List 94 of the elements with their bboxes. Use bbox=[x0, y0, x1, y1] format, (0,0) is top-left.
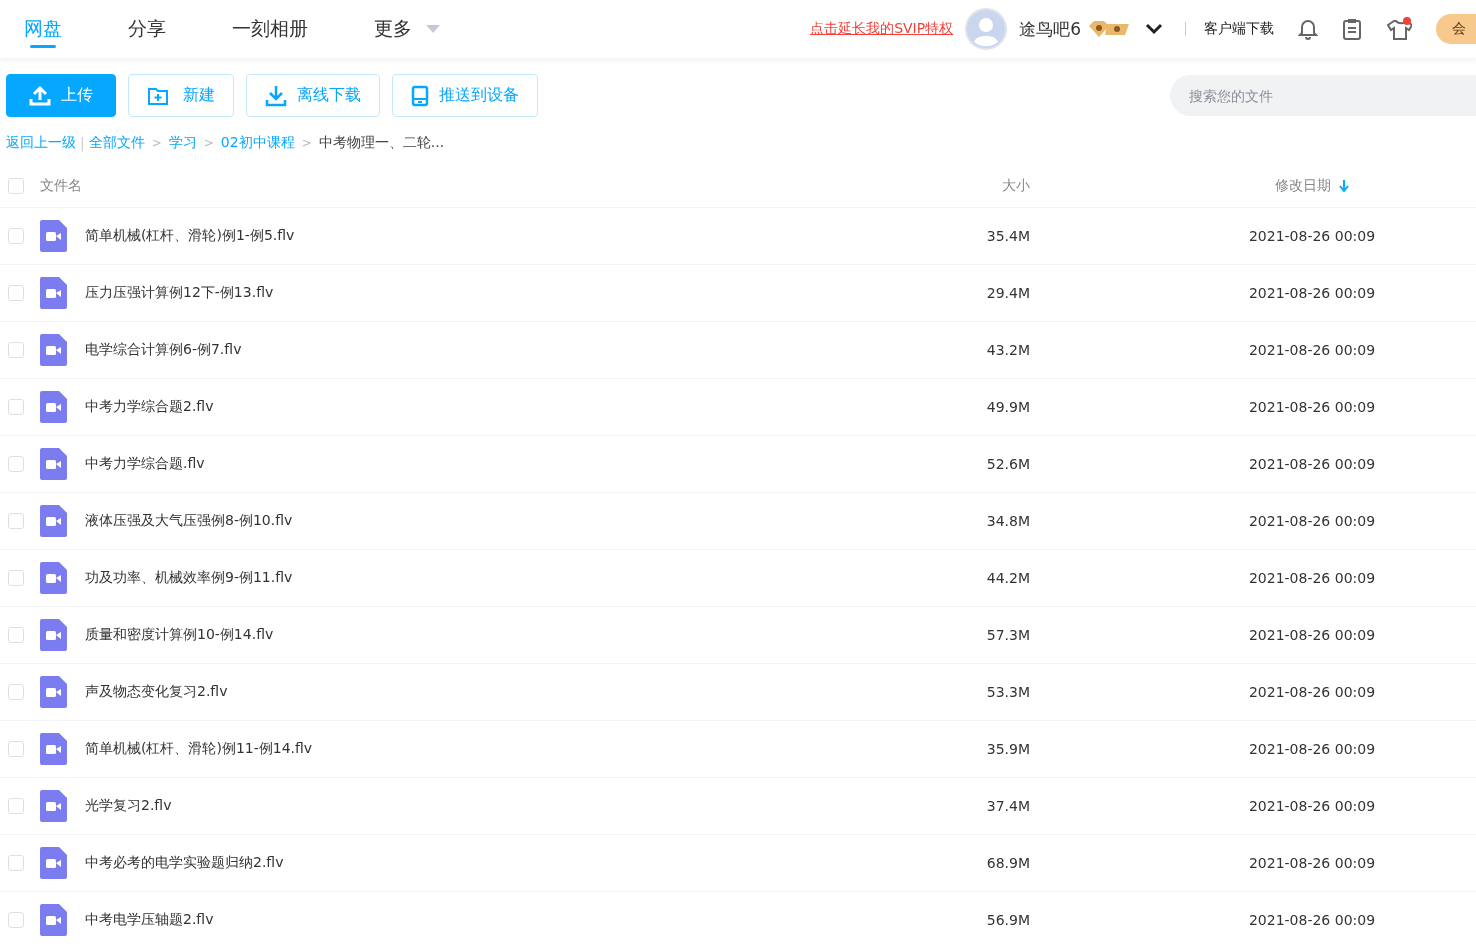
modified-date: 2021-08-26 00:09 bbox=[1247, 798, 1377, 814]
modified-date: 2021-08-26 00:09 bbox=[1247, 570, 1377, 586]
file-name[interactable]: 质量和密度计算例10-例14.flv bbox=[85, 626, 890, 644]
video-file-icon bbox=[40, 790, 67, 822]
modified-date: 2021-08-26 00:09 bbox=[1247, 456, 1377, 472]
row-checkbox[interactable] bbox=[8, 456, 24, 472]
file-size: 49.9M bbox=[985, 399, 1030, 415]
vip-badge-icon bbox=[1087, 20, 1131, 38]
nav-tab[interactable]: 更多 bbox=[374, 0, 440, 58]
video-file-icon bbox=[40, 448, 67, 480]
video-file-icon bbox=[40, 619, 67, 651]
client-download-link[interactable]: 客户端下载 bbox=[1204, 20, 1274, 38]
nav-tab[interactable]: 一刻相册 bbox=[232, 0, 308, 58]
column-header[interactable]: 修改日期 bbox=[1275, 177, 1331, 195]
file-name[interactable]: 液体压强及大气压强例8-例10.flv bbox=[85, 512, 890, 530]
file-size: 68.9M bbox=[985, 855, 1030, 871]
file-size: 34.8M bbox=[985, 513, 1030, 529]
file-name[interactable]: 功及功率、机械效率例9-例11.flv bbox=[85, 569, 890, 587]
row-checkbox[interactable] bbox=[8, 399, 24, 415]
video-file-icon bbox=[40, 904, 67, 936]
upload-icon bbox=[29, 85, 51, 106]
row-checkbox[interactable] bbox=[8, 798, 24, 814]
file-size: 52.6M bbox=[985, 456, 1030, 472]
row-checkbox[interactable] bbox=[8, 228, 24, 244]
sort-down-arrow-icon[interactable] bbox=[1339, 180, 1349, 192]
file-name[interactable]: 中考力学综合题2.flv bbox=[85, 398, 890, 416]
modified-date: 2021-08-26 00:09 bbox=[1247, 741, 1377, 757]
file-size: 57.3M bbox=[985, 627, 1030, 643]
file-size: 35.4M bbox=[985, 228, 1030, 244]
file-name[interactable]: 中考电学压轴题2.flv bbox=[85, 911, 890, 929]
breadcrumb-separator: > bbox=[301, 136, 312, 150]
user-name[interactable]: 途鸟吧6 bbox=[1019, 17, 1081, 41]
row-checkbox[interactable] bbox=[8, 627, 24, 643]
breadcrumb-divider: | bbox=[80, 135, 85, 151]
video-file-icon bbox=[40, 391, 67, 423]
breadcrumb-separator: > bbox=[203, 136, 214, 150]
row-checkbox[interactable] bbox=[8, 570, 24, 586]
member-button[interactable]: 会 bbox=[1436, 14, 1476, 44]
modified-date: 2021-08-26 00:09 bbox=[1247, 627, 1377, 643]
video-file-icon bbox=[40, 220, 67, 252]
chevron-down-icon[interactable] bbox=[1145, 23, 1163, 35]
video-file-icon bbox=[40, 277, 67, 309]
modified-date: 2021-08-26 00:09 bbox=[1247, 912, 1377, 928]
file-size: 44.2M bbox=[985, 570, 1030, 586]
video-file-icon bbox=[40, 562, 67, 594]
current-folder-label: 中考物理一、二轮... bbox=[318, 134, 445, 152]
row-checkbox[interactable] bbox=[8, 285, 24, 301]
nav-tab[interactable]: 分享 bbox=[128, 0, 166, 58]
column-header[interactable]: 大小 bbox=[890, 177, 1030, 195]
file-name[interactable]: 中考必考的电学实验题归纳2.flv bbox=[85, 854, 890, 872]
avatar-icon[interactable] bbox=[965, 8, 1008, 50]
modified-date: 2021-08-26 00:09 bbox=[1247, 684, 1377, 700]
search-field[interactable]: 搜索您的文件 bbox=[1170, 75, 1476, 116]
file-size: 37.4M bbox=[985, 798, 1030, 814]
modified-date: 2021-08-26 00:09 bbox=[1247, 342, 1377, 358]
modified-date: 2021-08-26 00:09 bbox=[1247, 228, 1377, 244]
select-all-checkbox[interactable] bbox=[8, 178, 24, 194]
file-size: 53.3M bbox=[985, 684, 1030, 700]
modified-date: 2021-08-26 00:09 bbox=[1247, 285, 1377, 301]
caret-icon bbox=[426, 25, 440, 33]
svip-promo-link[interactable]: 点击延长我的SVIP特权 bbox=[810, 20, 954, 38]
file-name[interactable]: 光学复习2.flv bbox=[85, 797, 890, 815]
row-checkbox[interactable] bbox=[8, 855, 24, 871]
row-checkbox[interactable] bbox=[8, 342, 24, 358]
file-name[interactable]: 简单机械(杠杆、滑轮)例1-例5.flv bbox=[85, 227, 890, 245]
video-file-icon bbox=[40, 334, 67, 366]
file-size: 35.9M bbox=[985, 741, 1030, 757]
video-file-icon bbox=[40, 847, 67, 879]
modified-date: 2021-08-26 00:09 bbox=[1247, 513, 1377, 529]
file-size: 56.9M bbox=[985, 912, 1030, 928]
shirt-icon[interactable] bbox=[1386, 17, 1412, 41]
row-checkbox[interactable] bbox=[8, 741, 24, 757]
clipboard-icon[interactable] bbox=[1342, 18, 1362, 40]
folder-plus-icon bbox=[147, 85, 169, 106]
file-size: 29.4M bbox=[985, 285, 1030, 301]
tablet-icon bbox=[411, 84, 429, 107]
download-icon bbox=[265, 84, 287, 107]
notification-bell-icon[interactable] bbox=[1298, 18, 1318, 40]
file-name[interactable]: 简单机械(杠杆、滑轮)例11-例14.flv bbox=[85, 740, 890, 758]
video-file-icon bbox=[40, 733, 67, 765]
column-header[interactable]: 文件名 bbox=[40, 177, 890, 195]
breadcrumb-separator: > bbox=[151, 136, 162, 150]
file-name[interactable]: 中考力学综合题.flv bbox=[85, 455, 890, 473]
modified-date: 2021-08-26 00:09 bbox=[1247, 855, 1377, 871]
row-checkbox[interactable] bbox=[8, 513, 24, 529]
video-file-icon bbox=[40, 676, 67, 708]
row-checkbox[interactable] bbox=[8, 684, 24, 700]
row-checkbox[interactable] bbox=[8, 912, 24, 928]
file-size: 43.2M bbox=[985, 342, 1030, 358]
modified-date: 2021-08-26 00:09 bbox=[1247, 399, 1377, 415]
file-name[interactable]: 声及物态变化复习2.flv bbox=[85, 683, 890, 701]
video-file-icon bbox=[40, 505, 67, 537]
file-name[interactable]: 压力压强计算例12下-例13.flv bbox=[85, 284, 890, 302]
file-name[interactable]: 电学综合计算例6-例7.flv bbox=[85, 341, 890, 359]
